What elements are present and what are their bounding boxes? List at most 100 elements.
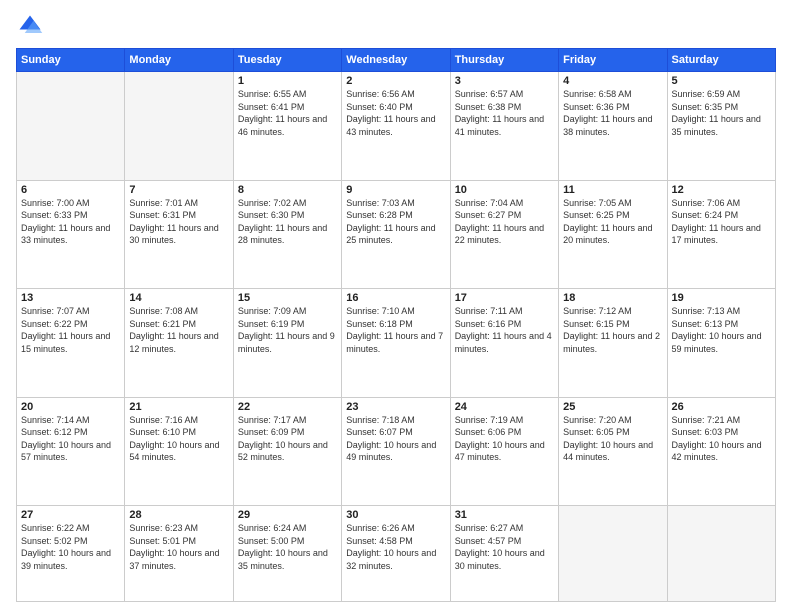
calendar-cell bbox=[17, 72, 125, 181]
weekday-header-saturday: Saturday bbox=[667, 49, 775, 72]
day-number: 31 bbox=[455, 509, 554, 521]
day-info: Sunrise: 7:07 AMSunset: 6:22 PMDaylight:… bbox=[21, 305, 120, 355]
day-number: 25 bbox=[563, 401, 662, 413]
day-number: 7 bbox=[129, 184, 228, 196]
day-number: 22 bbox=[238, 401, 337, 413]
day-info: Sunrise: 6:58 AMSunset: 6:36 PMDaylight:… bbox=[563, 88, 662, 138]
day-info: Sunrise: 6:57 AMSunset: 6:38 PMDaylight:… bbox=[455, 88, 554, 138]
day-info: Sunrise: 7:19 AMSunset: 6:06 PMDaylight:… bbox=[455, 414, 554, 464]
page: SundayMondayTuesdayWednesdayThursdayFrid… bbox=[0, 0, 792, 612]
day-info: Sunrise: 6:56 AMSunset: 6:40 PMDaylight:… bbox=[346, 88, 445, 138]
day-info: Sunrise: 7:08 AMSunset: 6:21 PMDaylight:… bbox=[129, 305, 228, 355]
calendar-cell: 14Sunrise: 7:08 AMSunset: 6:21 PMDayligh… bbox=[125, 289, 233, 398]
day-number: 26 bbox=[672, 401, 771, 413]
day-number: 16 bbox=[346, 292, 445, 304]
calendar-cell: 11Sunrise: 7:05 AMSunset: 6:25 PMDayligh… bbox=[559, 180, 667, 289]
calendar-cell: 29Sunrise: 6:24 AMSunset: 5:00 PMDayligh… bbox=[233, 506, 341, 602]
weekday-header-friday: Friday bbox=[559, 49, 667, 72]
calendar-cell: 2Sunrise: 6:56 AMSunset: 6:40 PMDaylight… bbox=[342, 72, 450, 181]
calendar-cell: 26Sunrise: 7:21 AMSunset: 6:03 PMDayligh… bbox=[667, 397, 775, 506]
day-info: Sunrise: 6:27 AMSunset: 4:57 PMDaylight:… bbox=[455, 522, 554, 572]
calendar-cell: 8Sunrise: 7:02 AMSunset: 6:30 PMDaylight… bbox=[233, 180, 341, 289]
day-number: 24 bbox=[455, 401, 554, 413]
calendar-cell: 21Sunrise: 7:16 AMSunset: 6:10 PMDayligh… bbox=[125, 397, 233, 506]
day-number: 12 bbox=[672, 184, 771, 196]
day-number: 23 bbox=[346, 401, 445, 413]
day-info: Sunrise: 6:24 AMSunset: 5:00 PMDaylight:… bbox=[238, 522, 337, 572]
day-number: 15 bbox=[238, 292, 337, 304]
calendar-cell: 22Sunrise: 7:17 AMSunset: 6:09 PMDayligh… bbox=[233, 397, 341, 506]
day-number: 3 bbox=[455, 75, 554, 87]
day-info: Sunrise: 7:11 AMSunset: 6:16 PMDaylight:… bbox=[455, 305, 554, 355]
day-number: 20 bbox=[21, 401, 120, 413]
day-number: 27 bbox=[21, 509, 120, 521]
day-number: 8 bbox=[238, 184, 337, 196]
calendar-cell: 6Sunrise: 7:00 AMSunset: 6:33 PMDaylight… bbox=[17, 180, 125, 289]
calendar-cell: 9Sunrise: 7:03 AMSunset: 6:28 PMDaylight… bbox=[342, 180, 450, 289]
day-number: 28 bbox=[129, 509, 228, 521]
day-info: Sunrise: 6:26 AMSunset: 4:58 PMDaylight:… bbox=[346, 522, 445, 572]
week-row-1: 1Sunrise: 6:55 AMSunset: 6:41 PMDaylight… bbox=[17, 72, 776, 181]
calendar-cell: 15Sunrise: 7:09 AMSunset: 6:19 PMDayligh… bbox=[233, 289, 341, 398]
calendar-cell: 20Sunrise: 7:14 AMSunset: 6:12 PMDayligh… bbox=[17, 397, 125, 506]
week-row-2: 6Sunrise: 7:00 AMSunset: 6:33 PMDaylight… bbox=[17, 180, 776, 289]
day-info: Sunrise: 7:03 AMSunset: 6:28 PMDaylight:… bbox=[346, 197, 445, 247]
day-info: Sunrise: 7:18 AMSunset: 6:07 PMDaylight:… bbox=[346, 414, 445, 464]
day-number: 9 bbox=[346, 184, 445, 196]
calendar-cell: 31Sunrise: 6:27 AMSunset: 4:57 PMDayligh… bbox=[450, 506, 558, 602]
day-info: Sunrise: 6:59 AMSunset: 6:35 PMDaylight:… bbox=[672, 88, 771, 138]
day-info: Sunrise: 7:17 AMSunset: 6:09 PMDaylight:… bbox=[238, 414, 337, 464]
calendar-cell: 24Sunrise: 7:19 AMSunset: 6:06 PMDayligh… bbox=[450, 397, 558, 506]
day-info: Sunrise: 7:00 AMSunset: 6:33 PMDaylight:… bbox=[21, 197, 120, 247]
week-row-3: 13Sunrise: 7:07 AMSunset: 6:22 PMDayligh… bbox=[17, 289, 776, 398]
day-number: 19 bbox=[672, 292, 771, 304]
calendar-cell: 17Sunrise: 7:11 AMSunset: 6:16 PMDayligh… bbox=[450, 289, 558, 398]
day-number: 2 bbox=[346, 75, 445, 87]
calendar-cell: 10Sunrise: 7:04 AMSunset: 6:27 PMDayligh… bbox=[450, 180, 558, 289]
day-number: 14 bbox=[129, 292, 228, 304]
weekday-header-wednesday: Wednesday bbox=[342, 49, 450, 72]
day-number: 13 bbox=[21, 292, 120, 304]
calendar-cell: 13Sunrise: 7:07 AMSunset: 6:22 PMDayligh… bbox=[17, 289, 125, 398]
weekday-header-thursday: Thursday bbox=[450, 49, 558, 72]
calendar-cell: 18Sunrise: 7:12 AMSunset: 6:15 PMDayligh… bbox=[559, 289, 667, 398]
day-info: Sunrise: 7:16 AMSunset: 6:10 PMDaylight:… bbox=[129, 414, 228, 464]
calendar-cell: 28Sunrise: 6:23 AMSunset: 5:01 PMDayligh… bbox=[125, 506, 233, 602]
day-number: 10 bbox=[455, 184, 554, 196]
day-number: 6 bbox=[21, 184, 120, 196]
calendar-cell: 1Sunrise: 6:55 AMSunset: 6:41 PMDaylight… bbox=[233, 72, 341, 181]
day-info: Sunrise: 7:12 AMSunset: 6:15 PMDaylight:… bbox=[563, 305, 662, 355]
weekday-header-tuesday: Tuesday bbox=[233, 49, 341, 72]
calendar-cell: 27Sunrise: 6:22 AMSunset: 5:02 PMDayligh… bbox=[17, 506, 125, 602]
calendar-cell: 4Sunrise: 6:58 AMSunset: 6:36 PMDaylight… bbox=[559, 72, 667, 181]
day-number: 17 bbox=[455, 292, 554, 304]
calendar-cell bbox=[125, 72, 233, 181]
day-number: 1 bbox=[238, 75, 337, 87]
day-number: 18 bbox=[563, 292, 662, 304]
day-number: 29 bbox=[238, 509, 337, 521]
logo bbox=[16, 12, 48, 40]
calendar-cell: 16Sunrise: 7:10 AMSunset: 6:18 PMDayligh… bbox=[342, 289, 450, 398]
day-info: Sunrise: 7:10 AMSunset: 6:18 PMDaylight:… bbox=[346, 305, 445, 355]
day-number: 5 bbox=[672, 75, 771, 87]
day-number: 30 bbox=[346, 509, 445, 521]
day-info: Sunrise: 7:02 AMSunset: 6:30 PMDaylight:… bbox=[238, 197, 337, 247]
logo-icon bbox=[16, 12, 44, 40]
day-info: Sunrise: 7:14 AMSunset: 6:12 PMDaylight:… bbox=[21, 414, 120, 464]
calendar-table: SundayMondayTuesdayWednesdayThursdayFrid… bbox=[16, 48, 776, 602]
weekday-header-monday: Monday bbox=[125, 49, 233, 72]
day-number: 11 bbox=[563, 184, 662, 196]
day-number: 4 bbox=[563, 75, 662, 87]
calendar-cell: 5Sunrise: 6:59 AMSunset: 6:35 PMDaylight… bbox=[667, 72, 775, 181]
week-row-5: 27Sunrise: 6:22 AMSunset: 5:02 PMDayligh… bbox=[17, 506, 776, 602]
weekday-header-sunday: Sunday bbox=[17, 49, 125, 72]
calendar-cell: 25Sunrise: 7:20 AMSunset: 6:05 PMDayligh… bbox=[559, 397, 667, 506]
calendar-cell: 23Sunrise: 7:18 AMSunset: 6:07 PMDayligh… bbox=[342, 397, 450, 506]
day-info: Sunrise: 7:05 AMSunset: 6:25 PMDaylight:… bbox=[563, 197, 662, 247]
day-info: Sunrise: 7:13 AMSunset: 6:13 PMDaylight:… bbox=[672, 305, 771, 355]
day-info: Sunrise: 6:22 AMSunset: 5:02 PMDaylight:… bbox=[21, 522, 120, 572]
calendar-cell: 12Sunrise: 7:06 AMSunset: 6:24 PMDayligh… bbox=[667, 180, 775, 289]
header bbox=[16, 12, 776, 40]
calendar-cell bbox=[559, 506, 667, 602]
day-info: Sunrise: 7:09 AMSunset: 6:19 PMDaylight:… bbox=[238, 305, 337, 355]
